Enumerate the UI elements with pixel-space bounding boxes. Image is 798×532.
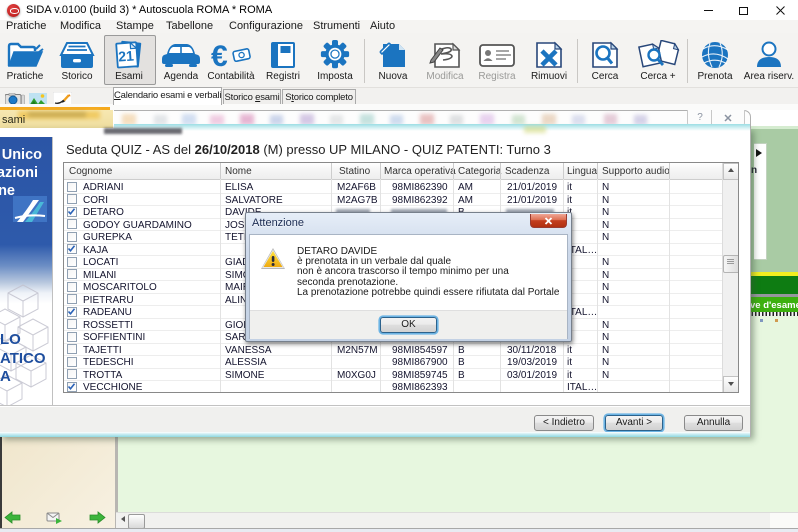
svg-text:€: € <box>211 40 228 70</box>
svg-text:21: 21 <box>118 47 135 64</box>
